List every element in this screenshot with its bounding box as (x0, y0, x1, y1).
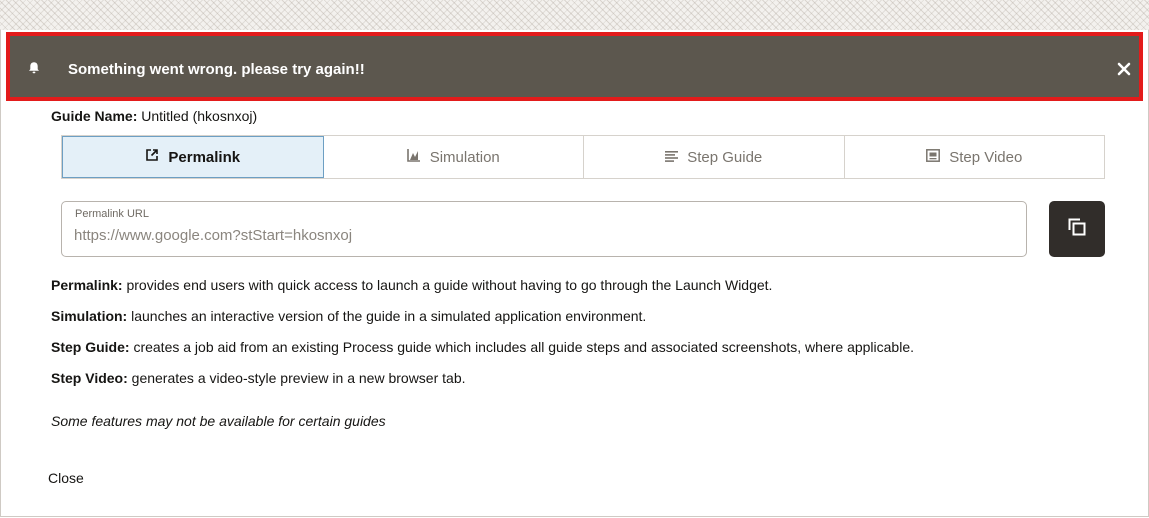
share-guide-dialog (0, 30, 1149, 517)
close-icon[interactable] (1113, 58, 1135, 80)
description-text: creates a job aid from an existing Proce… (129, 339, 915, 355)
close-button[interactable]: Close (48, 469, 84, 487)
guide-name-value: Untitled (hkosnxoj) (141, 108, 258, 124)
description-permalink: Permalink: provides end users with quick… (51, 276, 772, 294)
description-text: launches an interactive version of the g… (127, 308, 647, 324)
permalink-url-label: Permalink URL (75, 208, 149, 220)
error-banner: Something went wrong. please try again!! (6, 32, 1143, 101)
bell-icon (27, 61, 41, 75)
description-term: Permalink: (51, 277, 123, 293)
tab-step-guide[interactable]: Step Guide (584, 136, 845, 178)
external-link-icon (145, 148, 159, 166)
description-step-guide: Step Guide: creates a job aid from an ex… (51, 338, 914, 356)
copy-button[interactable] (1049, 201, 1105, 257)
share-tabs: Permalink Simulation Step Guide Step Vid… (61, 135, 1105, 179)
description-text: provides end users with quick access to … (122, 277, 773, 293)
tab-label: Step Guide (687, 148, 763, 166)
tab-label: Permalink (168, 148, 241, 166)
tab-permalink[interactable]: Permalink (62, 136, 324, 178)
background-pattern-strip (0, 0, 1149, 31)
permalink-url-value[interactable]: https://www.google.com?stStart=hkosnxoj (74, 226, 1004, 246)
description-term: Step Guide: (51, 339, 130, 355)
tab-label: Simulation (429, 148, 500, 166)
chart-icon (406, 148, 421, 166)
copy-icon (1067, 217, 1087, 242)
permalink-url-field[interactable]: Permalink URL https://www.google.com?stS… (61, 201, 1027, 257)
tab-label: Step Video (949, 148, 1023, 166)
tab-simulation[interactable]: Simulation (324, 136, 584, 178)
description-step-video: Step Video: generates a video-style prev… (51, 369, 466, 387)
list-icon (665, 149, 679, 166)
availability-note: Some features may not be available for c… (51, 413, 386, 429)
description-simulation: Simulation: launches an interactive vers… (51, 307, 646, 325)
guide-name-label: Guide Name: (51, 108, 138, 124)
description-term: Simulation: (51, 308, 128, 324)
tab-step-video[interactable]: Step Video (845, 136, 1105, 178)
description-text: generates a video-style preview in a new… (127, 370, 466, 386)
video-icon (926, 148, 941, 166)
description-term: Step Video: (51, 370, 128, 386)
guide-name: Guide Name: Untitled (hkosnxoj) (51, 107, 257, 125)
error-message: Something went wrong. please try again!! (68, 61, 365, 78)
